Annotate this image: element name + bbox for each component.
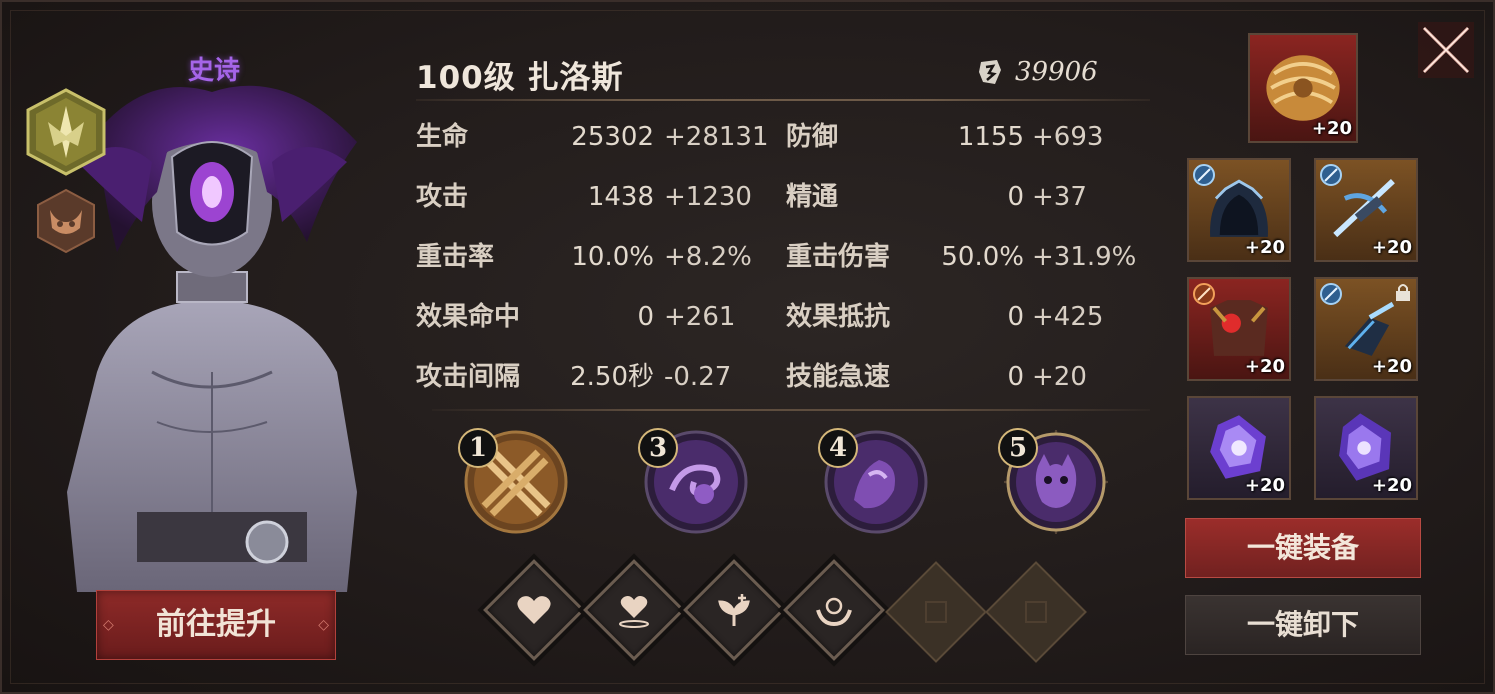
stat-bonus: +261 — [664, 302, 736, 332]
combat-power: 39906 — [977, 54, 1098, 90]
stat-effect-resist: 效果抵抗 0 — [786, 297, 1024, 337]
equip-slot-artifact[interactable]: +20 — [1248, 33, 1358, 143]
skill-level-badge: 5 — [998, 428, 1038, 468]
stat-bonus: +28131 — [664, 122, 769, 152]
equip-level: +20 — [1371, 475, 1412, 496]
equip-level: +20 — [1244, 237, 1285, 258]
skill-level-badge: 1 — [458, 428, 498, 468]
equip-all-button[interactable]: 一键装备 — [1185, 518, 1421, 578]
rune-slot-6[interactable] — [985, 561, 1087, 663]
stat-label: 攻击间隔 — [416, 362, 521, 392]
equip-level: +20 — [1244, 356, 1285, 377]
rune-slot-5[interactable] — [885, 561, 987, 663]
stat-mastery: 精通 0 — [786, 177, 1024, 217]
stat-base: 2.50秒 — [570, 362, 654, 392]
stat-label: 精通 — [786, 182, 839, 212]
skill-slot-5[interactable]: 5 — [998, 424, 1114, 540]
skill-slot-1[interactable]: 1 — [458, 428, 568, 534]
empty-slot-icon — [925, 601, 947, 623]
stat-bonus: +20 — [1032, 362, 1087, 392]
skill-slot-4[interactable]: 4 — [818, 428, 928, 534]
stat-base: 1155 — [957, 122, 1024, 152]
stat-base: 50.0% — [941, 242, 1024, 272]
rune-slot-4[interactable] — [783, 559, 885, 661]
stat-bonus: +425 — [1032, 302, 1104, 332]
frost-element-icon — [1193, 164, 1215, 186]
stat-base: 25302 — [571, 122, 654, 152]
stat-bonus: +31.9% — [1032, 242, 1137, 272]
heart-aura-icon — [619, 596, 649, 628]
stat-label: 效果抵抗 — [786, 302, 891, 332]
equip-slot-helm[interactable]: +20 — [1187, 158, 1291, 262]
combat-power-value: 39906 — [1015, 57, 1098, 87]
faction-emblem-icon[interactable] — [36, 188, 96, 254]
hero-name-level: 100级 扎洛斯 — [416, 60, 624, 96]
heal-sprout-icon — [718, 594, 750, 626]
lock-icon — [1396, 284, 1410, 301]
stat-base: 0 — [1007, 182, 1024, 212]
guardian-hands-icon — [816, 597, 852, 627]
stat-defense: 防御 1155 — [786, 117, 1024, 157]
equip-slot-gloves[interactable]: +20 — [1314, 277, 1418, 381]
skill-level-badge: 3 — [638, 428, 678, 468]
stat-label: 技能急速 — [786, 362, 891, 392]
stat-label: 生命 — [416, 122, 469, 152]
stat-bonus: -0.27 — [664, 362, 732, 392]
header-divider — [416, 99, 1150, 101]
equip-slot-gem-2[interactable]: +20 — [1314, 396, 1418, 500]
fire-element-icon — [1193, 283, 1215, 305]
stat-label: 攻击 — [416, 182, 469, 212]
goto-upgrade-button[interactable]: 前往提升 — [96, 590, 336, 660]
stat-bonus: +693 — [1032, 122, 1104, 152]
stat-bonus: +8.2% — [664, 242, 752, 272]
rune-slot-2[interactable] — [583, 559, 685, 661]
equip-level: +20 — [1244, 475, 1285, 496]
stat-hp: 生命 25302 — [416, 117, 654, 157]
equip-level: +20 — [1371, 356, 1412, 377]
frost-element-icon — [1320, 283, 1342, 305]
hero-detail-panel: 史诗 ◇ 前往提升 ◇ 100级 扎洛斯 39906 生命 25302 +281… — [0, 0, 1495, 694]
stat-label: 重击率 — [416, 242, 495, 272]
equip-slot-armor[interactable]: +20 — [1187, 277, 1291, 381]
close-icon[interactable] — [1416, 20, 1476, 80]
stat-base: 1438 — [587, 182, 654, 212]
rune-slot-3[interactable] — [683, 559, 785, 661]
stat-label: 防御 — [786, 122, 839, 152]
stat-base: 0 — [1007, 302, 1024, 332]
class-emblem-icon[interactable] — [26, 88, 106, 176]
stat-label: 效果命中 — [416, 302, 521, 332]
empty-slot-icon — [1025, 601, 1047, 623]
stat-crit-rate: 重击率 10.0% — [416, 237, 654, 277]
stat-base: 10.0% — [571, 242, 654, 272]
stat-crit-damage: 重击伤害 50.0% — [786, 237, 1024, 277]
unequip-all-button[interactable]: 一键卸下 — [1185, 595, 1421, 655]
stat-attack-interval: 攻击间隔 2.50秒 — [416, 357, 654, 397]
stat-attack: 攻击 1438 — [416, 177, 654, 217]
skill-level-badge: 4 — [818, 428, 858, 468]
frost-element-icon — [1320, 164, 1342, 186]
stat-bonus: +37 — [1032, 182, 1087, 212]
heart-icon — [517, 596, 551, 624]
stat-label: 重击伤害 — [786, 242, 891, 272]
stat-bonus: +1230 — [664, 182, 752, 212]
rune-slot-1[interactable] — [483, 559, 585, 661]
stats-divider — [432, 409, 1150, 411]
stat-base: 0 — [1007, 362, 1024, 392]
stat-effect-hit: 效果命中 0 — [416, 297, 654, 337]
skill-slot-3[interactable]: 3 — [638, 428, 748, 534]
equip-slot-gem-1[interactable]: +20 — [1187, 396, 1291, 500]
combat-power-icon — [979, 60, 1001, 84]
equip-level: +20 — [1311, 118, 1352, 139]
equip-slot-weapon[interactable]: +20 — [1314, 158, 1418, 262]
stat-base: 0 — [637, 302, 654, 332]
equip-level: +20 — [1371, 237, 1412, 258]
stat-skill-haste: 技能急速 0 — [786, 357, 1024, 397]
